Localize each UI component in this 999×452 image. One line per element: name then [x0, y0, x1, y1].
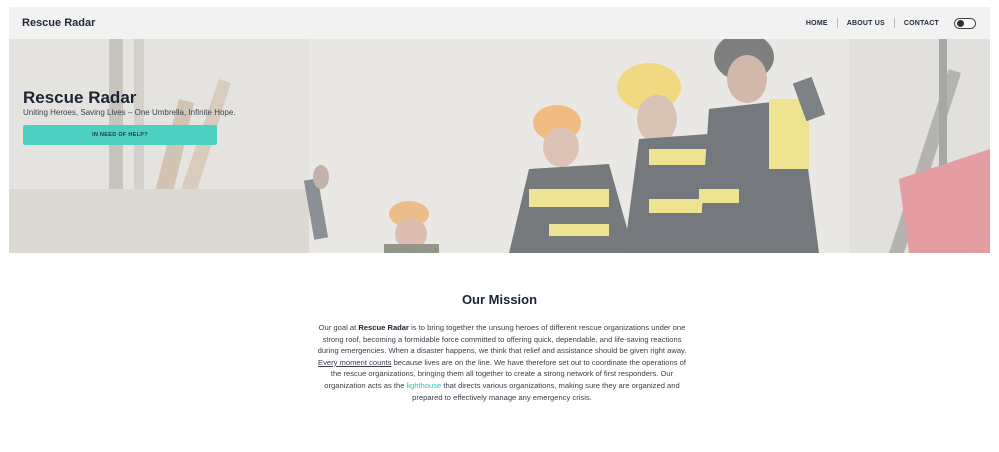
nav-contact-link[interactable]: CONTACT — [895, 20, 948, 27]
every-moment-counts-link[interactable]: Every moment counts — [318, 358, 391, 367]
page: Rescue Radar HOME ABOUT US CONTACT Rescu… — [0, 0, 999, 452]
mission-paragraph: Our goal at Rescue Radar is to bring tog… — [314, 322, 690, 403]
hero-subtitle: Uniting Heroes, Saving Lives – One Umbre… — [23, 108, 236, 117]
navbar: Rescue Radar HOME ABOUT US CONTACT — [9, 7, 990, 39]
hero-title: Rescue Radar — [23, 88, 137, 107]
toggle-knob-icon — [957, 19, 964, 27]
nav-home-link[interactable]: HOME — [797, 20, 837, 27]
nav-about-link[interactable]: ABOUT US — [838, 20, 894, 27]
hero-banner: Rescue Radar Uniting Heroes, Saving Live… — [9, 39, 990, 253]
hero-overlay — [9, 39, 990, 253]
mission-text-part: Our goal at — [318, 323, 359, 332]
mission-text-part: that directs various organizations, maki… — [412, 380, 680, 402]
mission-title: Our Mission — [461, 292, 538, 307]
theme-toggle-switch[interactable] — [954, 17, 976, 29]
nav-brand[interactable]: Rescue Radar — [22, 17, 95, 29]
need-help-button[interactable]: IN NEED OF HELP? — [23, 125, 217, 145]
nav-links: HOME ABOUT US CONTACT — [797, 17, 976, 29]
lighthouse-link[interactable]: lighthouse — [407, 381, 442, 390]
mission-brand: Rescue Radar — [358, 323, 409, 332]
